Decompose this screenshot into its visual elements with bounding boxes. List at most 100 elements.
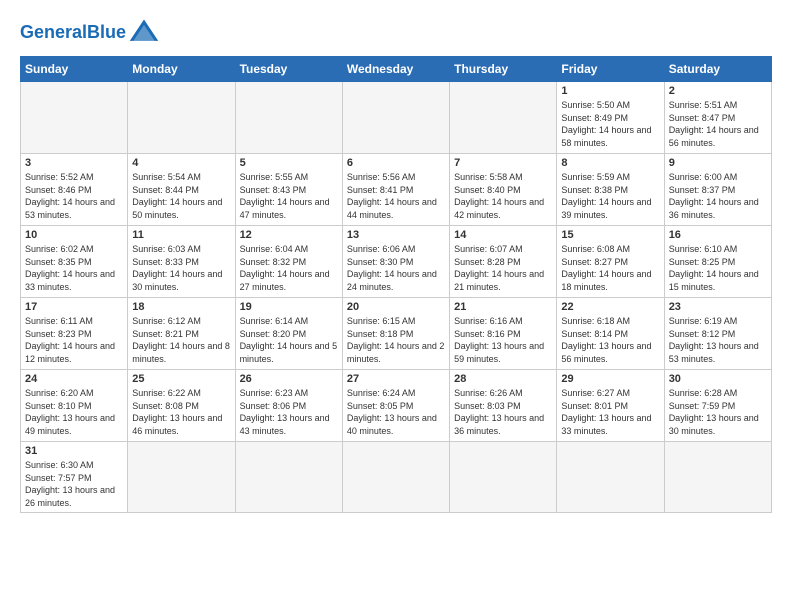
calendar-cell xyxy=(450,442,557,513)
calendar-cell xyxy=(557,442,664,513)
day-header-friday: Friday xyxy=(557,57,664,82)
day-info: Sunrise: 5:59 AM Sunset: 8:38 PM Dayligh… xyxy=(561,171,659,221)
day-number: 9 xyxy=(669,157,767,169)
day-info: Sunrise: 5:52 AM Sunset: 8:46 PM Dayligh… xyxy=(25,171,123,221)
day-number: 10 xyxy=(25,229,123,241)
calendar-cell: 18 Sunrise: 6:12 AM Sunset: 8:21 PM Dayli… xyxy=(128,298,235,370)
day-info: Sunrise: 6:02 AM Sunset: 8:35 PM Dayligh… xyxy=(25,243,123,293)
logo-blue: Blue xyxy=(87,22,126,42)
day-number: 27 xyxy=(347,373,445,385)
day-info: Sunrise: 6:27 AM Sunset: 8:01 PM Dayligh… xyxy=(561,387,659,437)
calendar-cell: 25Sunrise: 6:22 AM Sunset: 8:08 PM Dayli… xyxy=(128,370,235,442)
calendar-cell: 2 Sunrise: 5:51 AM Sunset: 8:47 PM Daylig… xyxy=(664,82,771,154)
day-number: 13 xyxy=(347,229,445,241)
logo-icon xyxy=(128,16,160,48)
day-info: Sunrise: 6:12 AM Sunset: 8:21 PM Dayligh… xyxy=(132,315,230,365)
day-number: 3 xyxy=(25,157,123,169)
calendar-cell: 7 Sunrise: 5:58 AM Sunset: 8:40 PM Daylig… xyxy=(450,154,557,226)
day-info: Sunrise: 6:30 AM Sunset: 7:57 PM Dayligh… xyxy=(25,459,123,509)
day-info: Sunrise: 6:07 AM Sunset: 8:28 PM Dayligh… xyxy=(454,243,552,293)
calendar-cell: 14 Sunrise: 6:07 AM Sunset: 8:28 PM Dayli… xyxy=(450,226,557,298)
calendar-cell: 21Sunrise: 6:16 AM Sunset: 8:16 PM Dayli… xyxy=(450,298,557,370)
calendar-cell: 4 Sunrise: 5:54 AM Sunset: 8:44 PM Daylig… xyxy=(128,154,235,226)
logo-text: GeneralBlue xyxy=(20,23,126,41)
calendar-cell: 26Sunrise: 6:23 AM Sunset: 8:06 PM Dayli… xyxy=(235,370,342,442)
calendar-week-row: 17Sunrise: 6:11 AM Sunset: 8:23 PM Dayli… xyxy=(21,298,772,370)
day-number: 11 xyxy=(132,229,230,241)
day-number: 22 xyxy=(561,301,659,313)
calendar-cell: 16 Sunrise: 6:10 AM Sunset: 8:25 PM Dayli… xyxy=(664,226,771,298)
calendar-cell xyxy=(342,442,449,513)
day-number: 7 xyxy=(454,157,552,169)
day-number: 25 xyxy=(132,373,230,385)
calendar-cell: 1 Sunrise: 5:50 AM Sunset: 8:49 PM Daylig… xyxy=(557,82,664,154)
day-info: Sunrise: 6:16 AM Sunset: 8:16 PM Dayligh… xyxy=(454,315,552,365)
calendar-cell: 27 Sunrise: 6:24 AM Sunset: 8:05 PM Dayli… xyxy=(342,370,449,442)
calendar-cell xyxy=(235,82,342,154)
day-info: Sunrise: 6:26 AM Sunset: 8:03 PM Dayligh… xyxy=(454,387,552,437)
day-header-sunday: Sunday xyxy=(21,57,128,82)
day-number: 14 xyxy=(454,229,552,241)
calendar-week-row: 24Sunrise: 6:20 AM Sunset: 8:10 PM Dayli… xyxy=(21,370,772,442)
calendar-cell: 28 Sunrise: 6:26 AM Sunset: 8:03 PM Dayli… xyxy=(450,370,557,442)
day-info: Sunrise: 5:56 AM Sunset: 8:41 PM Dayligh… xyxy=(347,171,445,221)
logo-general: General xyxy=(20,22,87,42)
day-number: 18 xyxy=(132,301,230,313)
calendar-cell xyxy=(450,82,557,154)
day-number: 2 xyxy=(669,85,767,97)
calendar-cell: 24Sunrise: 6:20 AM Sunset: 8:10 PM Dayli… xyxy=(21,370,128,442)
day-info: Sunrise: 6:14 AM Sunset: 8:20 PM Dayligh… xyxy=(240,315,338,365)
day-info: Sunrise: 6:23 AM Sunset: 8:06 PM Dayligh… xyxy=(240,387,338,437)
day-number: 12 xyxy=(240,229,338,241)
calendar-cell: 8Sunrise: 5:59 AM Sunset: 8:38 PM Daylig… xyxy=(557,154,664,226)
day-number: 17 xyxy=(25,301,123,313)
day-info: Sunrise: 5:50 AM Sunset: 8:49 PM Dayligh… xyxy=(561,99,659,149)
day-number: 16 xyxy=(669,229,767,241)
day-number: 5 xyxy=(240,157,338,169)
logo: GeneralBlue xyxy=(20,16,160,48)
day-number: 28 xyxy=(454,373,552,385)
day-number: 1 xyxy=(561,85,659,97)
calendar-cell: 9 Sunrise: 6:00 AM Sunset: 8:37 PM Daylig… xyxy=(664,154,771,226)
day-info: Sunrise: 6:10 AM Sunset: 8:25 PM Dayligh… xyxy=(669,243,767,293)
calendar-header-row: SundayMondayTuesdayWednesdayThursdayFrid… xyxy=(21,57,772,82)
day-header-thursday: Thursday xyxy=(450,57,557,82)
day-info: Sunrise: 6:06 AM Sunset: 8:30 PM Dayligh… xyxy=(347,243,445,293)
calendar-cell xyxy=(21,82,128,154)
day-info: Sunrise: 6:18 AM Sunset: 8:14 PM Dayligh… xyxy=(561,315,659,365)
calendar-cell: 20Sunrise: 6:15 AM Sunset: 8:18 PM Dayli… xyxy=(342,298,449,370)
calendar-week-row: 1 Sunrise: 5:50 AM Sunset: 8:49 PM Daylig… xyxy=(21,82,772,154)
day-number: 6 xyxy=(347,157,445,169)
calendar-cell xyxy=(342,82,449,154)
day-number: 24 xyxy=(25,373,123,385)
page: GeneralBlue SundayMondayTuesdayWednesday… xyxy=(0,0,792,612)
calendar-cell xyxy=(235,442,342,513)
calendar-cell: 10 Sunrise: 6:02 AM Sunset: 8:35 PM Dayli… xyxy=(21,226,128,298)
calendar-cell: 6 Sunrise: 5:56 AM Sunset: 8:41 PM Daylig… xyxy=(342,154,449,226)
calendar-week-row: 3 Sunrise: 5:52 AM Sunset: 8:46 PM Daylig… xyxy=(21,154,772,226)
day-number: 29 xyxy=(561,373,659,385)
calendar-cell: 3 Sunrise: 5:52 AM Sunset: 8:46 PM Daylig… xyxy=(21,154,128,226)
calendar-cell: 30Sunrise: 6:28 AM Sunset: 7:59 PM Dayli… xyxy=(664,370,771,442)
calendar-cell: 15Sunrise: 6:08 AM Sunset: 8:27 PM Dayli… xyxy=(557,226,664,298)
calendar-cell: 22 Sunrise: 6:18 AM Sunset: 8:14 PM Dayli… xyxy=(557,298,664,370)
day-info: Sunrise: 6:28 AM Sunset: 7:59 PM Dayligh… xyxy=(669,387,767,437)
day-header-tuesday: Tuesday xyxy=(235,57,342,82)
day-info: Sunrise: 6:24 AM Sunset: 8:05 PM Dayligh… xyxy=(347,387,445,437)
calendar-cell: 31Sunrise: 6:30 AM Sunset: 7:57 PM Dayli… xyxy=(21,442,128,513)
day-info: Sunrise: 6:03 AM Sunset: 8:33 PM Dayligh… xyxy=(132,243,230,293)
day-info: Sunrise: 5:58 AM Sunset: 8:40 PM Dayligh… xyxy=(454,171,552,221)
calendar-table: SundayMondayTuesdayWednesdayThursdayFrid… xyxy=(20,56,772,513)
day-info: Sunrise: 5:54 AM Sunset: 8:44 PM Dayligh… xyxy=(132,171,230,221)
day-info: Sunrise: 5:51 AM Sunset: 8:47 PM Dayligh… xyxy=(669,99,767,149)
calendar-week-row: 10 Sunrise: 6:02 AM Sunset: 8:35 PM Dayli… xyxy=(21,226,772,298)
calendar-cell xyxy=(128,442,235,513)
calendar-week-row: 31Sunrise: 6:30 AM Sunset: 7:57 PM Dayli… xyxy=(21,442,772,513)
calendar-cell: 12Sunrise: 6:04 AM Sunset: 8:32 PM Dayli… xyxy=(235,226,342,298)
calendar-cell: 13 Sunrise: 6:06 AM Sunset: 8:30 PM Dayli… xyxy=(342,226,449,298)
day-number: 19 xyxy=(240,301,338,313)
day-info: Sunrise: 6:00 AM Sunset: 8:37 PM Dayligh… xyxy=(669,171,767,221)
day-header-monday: Monday xyxy=(128,57,235,82)
calendar-cell xyxy=(128,82,235,154)
day-number: 4 xyxy=(132,157,230,169)
